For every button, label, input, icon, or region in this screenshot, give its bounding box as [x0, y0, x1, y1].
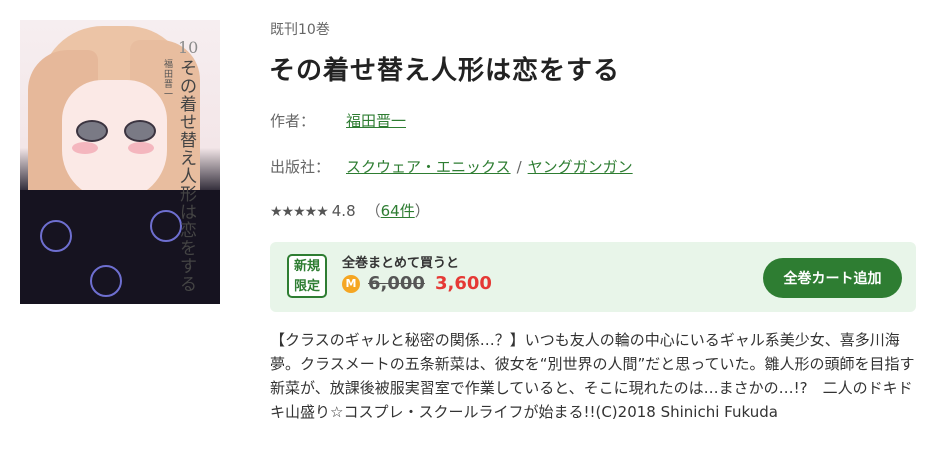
bulk-purchase-box: 新規 限定 全巻まとめて買うと M 6,000 3,600 全巻カート追加 — [270, 242, 916, 312]
review-count: （64件） — [366, 202, 430, 220]
volume-count: 既刊10巻 — [270, 22, 330, 38]
original-price: 6,000 — [368, 273, 425, 294]
separator: / — [516, 158, 522, 176]
cover-art-eye — [124, 120, 156, 142]
badge-line-2: 限定 — [293, 279, 320, 294]
author-label: 作者： — [270, 112, 316, 130]
cover-volume-number: 10 — [178, 38, 199, 57]
publisher-link[interactable]: スクウェア・エニックス — [346, 158, 511, 176]
publisher-row: 出版社： スクウェア・エニックス / ヤングガンガン — [270, 156, 633, 177]
cover-art-rose — [90, 265, 122, 297]
cover-art-face — [62, 80, 167, 200]
review-count-link[interactable]: 64件 — [381, 202, 415, 220]
book-description: 【クラスのギャルと秘密の関係…？】いつも友人の輪の中心にいるギャル系美少女、喜多… — [270, 331, 915, 421]
cover-art-rose — [150, 210, 182, 242]
cover-art-blush — [72, 142, 98, 154]
cover-art-eye — [76, 120, 108, 142]
bulk-purchase-label: 全巻まとめて買うと — [342, 256, 460, 271]
author-row: 作者： 福田晋一 — [270, 110, 406, 131]
badge-line-1: 新規 — [293, 259, 320, 274]
rating: ★★★★★ 4.8 （64件） — [270, 200, 430, 221]
label-link[interactable]: ヤングガンガン — [528, 158, 633, 176]
cover-art-rose — [40, 220, 72, 252]
cover-author: 福田晋一 — [164, 60, 174, 100]
review-count-open: （ — [365, 202, 381, 220]
rating-score: 4.8 — [331, 202, 356, 220]
cover-title: その着せ替え人形は恋をする — [180, 59, 197, 295]
star-rating-icon: ★★★★★ — [270, 204, 329, 220]
coin-icon: M — [342, 275, 360, 293]
review-count-close: ） — [414, 202, 430, 220]
add-all-to-cart-button[interactable]: 全巻カート追加 — [763, 258, 902, 298]
author-link[interactable]: 福田晋一 — [346, 112, 406, 130]
new-user-limited-badge: 新規 限定 — [287, 254, 327, 298]
cover-art-blush — [128, 142, 154, 154]
sale-price: 3,600 — [435, 273, 492, 294]
book-cover-image[interactable]: 10 福田晋一 その着せ替え人形は恋をする — [20, 20, 220, 304]
page-title: その着せ替え人形は恋をする — [269, 56, 621, 86]
publisher-label: 出版社： — [270, 158, 331, 176]
